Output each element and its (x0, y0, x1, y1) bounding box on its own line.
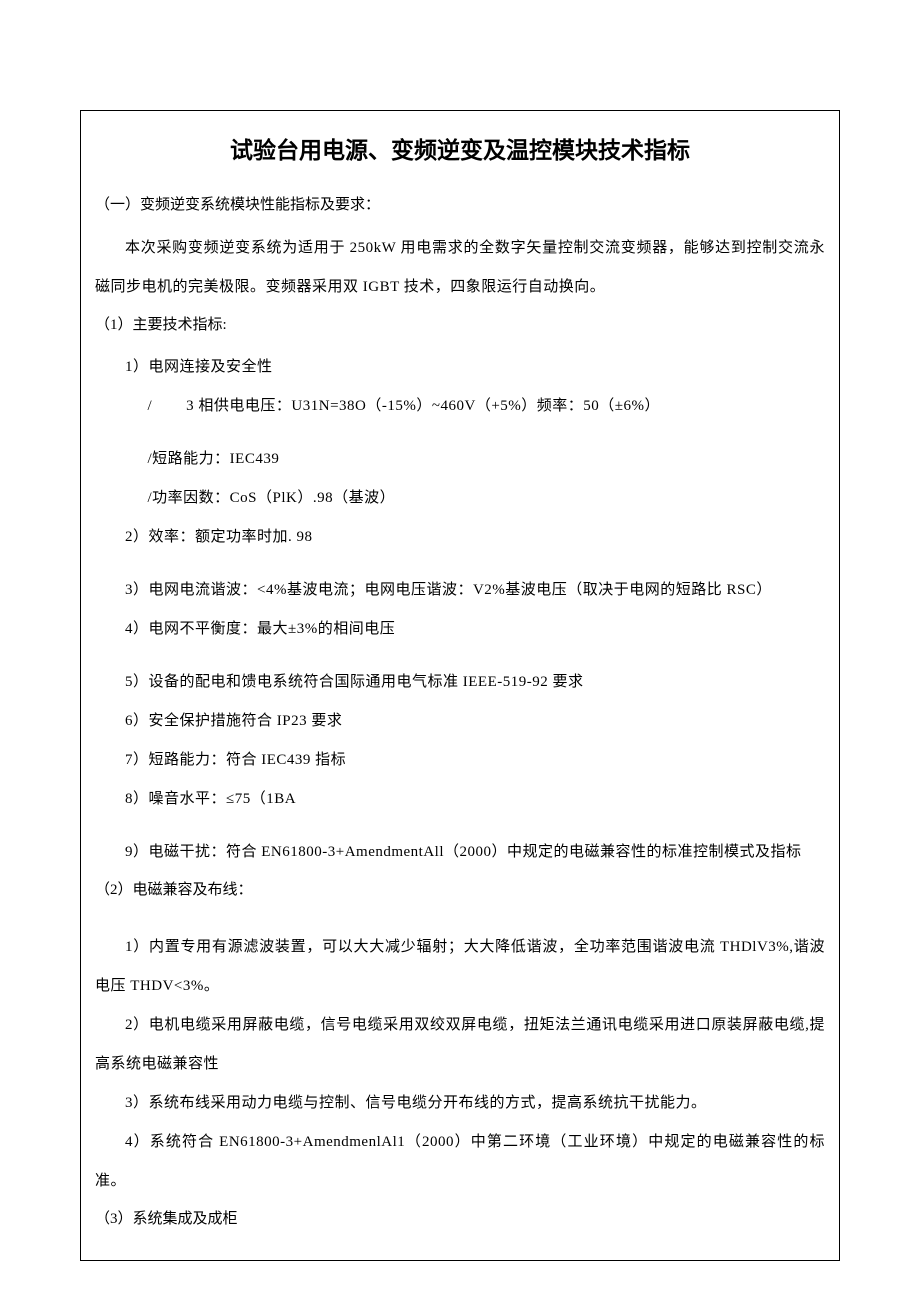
document-frame: 试验台用电源、变频逆变及温控模块技术指标 （一）变频逆变系统模块性能指标及要求：… (80, 110, 840, 1261)
item-1-7: 7）短路能力：符合 IEC439 指标 (95, 741, 825, 780)
item-1-6: 6）安全保护措施符合 IP23 要求 (95, 702, 825, 741)
item-1-3: 3）电网电流谐波：<4%基波电流；电网电压谐波：V2%基波电压（取决于电网的短路… (95, 571, 825, 610)
item-1-9: 9）电磁干扰：符合 EN61800-3+AmendmentAll（2000）中规… (95, 833, 825, 872)
subsection-1-label: （1）主要技术指标: (95, 307, 825, 345)
document-title: 试验台用电源、变频逆变及温控模块技术指标 (95, 131, 825, 165)
item-2-3: 3）系统布线采用动力电缆与控制、信号电缆分开布线的方式，提高系统抗干扰能力。 (95, 1084, 825, 1123)
section-1-heading: （一）变频逆变系统模块性能指标及要求： (95, 187, 825, 225)
item-2-2: 2）电机电缆采用屏蔽电缆，信号电缆采用双绞双屏电缆，扭矩法兰通讯电缆采用进口原装… (95, 1006, 825, 1084)
item-1-2: 2）效率：额定功率时加. 98 (95, 518, 825, 557)
item-1-4: 4）电网不平衡度：最大±3%的相间电压 (95, 610, 825, 649)
item-1-1-c: /功率因数：CoS（PlK）.98（基波） (95, 479, 825, 518)
item-2-4: 4）系统符合 EN61800-3+AmendmenlAl1（2000）中第二环境… (95, 1123, 825, 1201)
item-2-1: 1）内置专用有源滤波装置，可以大大减少辐射；大大降低谐波，全功率范围谐波电流 T… (95, 928, 825, 1006)
item-1-5: 5）设备的配电和馈电系统符合国际通用电气标准 IEEE-519-92 要求 (95, 663, 825, 702)
intro-paragraph: 本次采购变频逆变系统为适用于 250kW 用电需求的全数字矢量控制交流变频器，能… (95, 229, 825, 307)
item-1-1-a: / 3 相供电电压：U31N=38O（-15%）~460V（+5%）频率：50（… (95, 387, 825, 426)
item-1-1-b: /短路能力：IEC439 (95, 440, 825, 479)
item-1-8: 8）噪音水平：≤75（1BA (95, 780, 825, 819)
item-1-1: 1）电网连接及安全性 (95, 348, 825, 387)
subsection-3-label: （3）系统集成及成柜 (95, 1201, 825, 1239)
subsection-2-label: （2）电磁兼容及布线： (95, 872, 825, 910)
